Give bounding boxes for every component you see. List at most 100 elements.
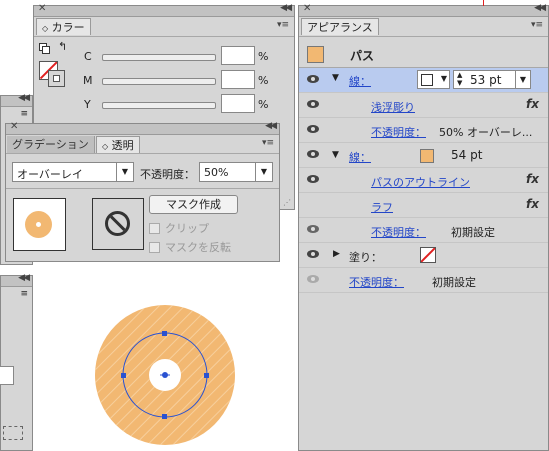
dashed-frame-icon[interactable] [3,426,23,440]
section-separator [6,188,279,189]
left-fragment2-titlebar: ◀◀ [1,273,32,287]
close-icon[interactable]: ✕ [10,121,18,132]
panel-menu-icon[interactable]: ≡ [20,109,28,119]
opacity-value: 50% オーバーレ... [439,126,533,139]
clip-checkbox[interactable] [149,223,160,234]
tab-color[interactable]: ◇ カラー [36,18,91,35]
channel-m-label: M [83,74,93,87]
collapse-icon[interactable]: ◀◀ [265,121,277,131]
appearance-row-stroke-2[interactable]: ▼ 線： 54 pt [299,143,548,168]
swap-colors-icon[interactable]: ↰ [58,40,67,53]
opacity-value: 初期設定 [451,226,495,239]
visibility-eye-icon[interactable] [307,250,319,258]
object-thumbnail[interactable] [13,198,66,251]
partial-input-field[interactable] [0,366,14,385]
artboard-guide [483,0,484,6]
channel-m-slider[interactable] [102,78,216,85]
dropdown-arrow-icon[interactable]: ▼ [515,71,530,88]
make-mask-button[interactable]: マスク作成 [149,195,238,214]
no-mask-icon [105,211,130,236]
visibility-eye-icon[interactable] [307,150,319,158]
channel-m-input[interactable] [221,70,255,89]
tab-gradient[interactable]: グラデーション [7,136,95,153]
fx-icon[interactable]: fx [526,172,539,186]
channel-c-slider[interactable] [102,54,216,61]
mask-thumbnail[interactable] [92,198,144,250]
anchor-point[interactable] [121,373,126,378]
fx-icon[interactable]: fx [526,97,539,111]
tab-color-label: カラー [51,21,85,34]
appearance-row-effect-outline[interactable]: パスのアウトライン fx [299,168,548,193]
collapse-icon[interactable]: ◀◀ [280,3,292,13]
dropdown-arrow-icon: ▼ [255,163,272,181]
tab-separator [299,36,548,37]
opacity-label[interactable]: 不透明度： [371,224,426,240]
collapse-icon[interactable]: ◀◀ [18,93,30,103]
tab-separator [34,36,294,37]
color-panel-titlebar: ✕ ◀◀ [34,3,294,17]
panel-menu-icon[interactable]: ▾≡ [262,138,274,148]
close-icon[interactable]: ✕ [303,3,311,14]
stroke-weight-field[interactable]: ▲ ▼ 53 pt ▼ [453,70,531,89]
anchor-point[interactable] [204,373,209,378]
visibility-eye-icon[interactable] [307,275,319,283]
effect-outline-label[interactable]: パスのアウトライン [371,174,470,190]
stroke-label[interactable]: 線： [349,149,371,165]
visibility-eye-icon[interactable] [307,75,319,83]
panel-menu-icon[interactable]: ▾≡ [531,20,543,30]
panel-menu-icon[interactable]: ≡ [20,289,28,299]
fill-none-swatch[interactable] [420,247,436,263]
channel-c-input[interactable] [221,46,255,65]
appearance-row-stroke-1[interactable]: ▼ 線： ▼ ▲ ▼ 53 pt ▼ [299,68,548,93]
collapse-icon[interactable]: ◀◀ [18,273,30,283]
panel-menu-icon[interactable]: ▾≡ [277,20,289,30]
channel-c-unit: % [258,50,269,63]
opacity-select[interactable]: 50% ▼ [199,162,273,182]
disclosure-triangle-closed-icon[interactable]: ▶ [333,249,340,259]
anchor-point[interactable] [162,331,167,336]
default-colors-icon[interactable] [39,43,50,54]
left-panel-fragment-bottom: ◀◀ ≡ [0,273,33,451]
visibility-eye-icon[interactable] [307,175,319,183]
fill-label[interactable]: 塗り： [349,249,382,265]
canvas-artwork[interactable] [90,298,240,451]
opacity-label[interactable]: 不透明度： [371,124,426,140]
stroke-swatch[interactable] [48,70,65,87]
close-icon[interactable]: ✕ [38,3,46,14]
fx-icon[interactable]: fx [526,197,539,211]
visibility-eye-icon[interactable] [307,225,319,233]
appearance-row-opacity-2[interactable]: 不透明度： 初期設定 [299,218,548,243]
appearance-row-opacity-1[interactable]: 不透明度： 50% オーバーレ... [299,118,548,143]
appearance-row-effect-roughen[interactable]: ラフ fx [299,193,548,218]
blend-mode-select[interactable]: オーバーレイ ▼ [12,162,134,182]
channel-y-unit: % [258,98,269,111]
opacity-label[interactable]: 不透明度： [349,274,404,290]
visibility-eye-icon[interactable] [307,100,319,108]
appearance-panel: ✕ ◀◀ アピアランス ▾≡ パス ▼ 線： ▼ ▲ ▼ 53 pt ▼ 浅浮彫り… [298,3,549,451]
stepper-icon[interactable]: ▲ ▼ [457,71,462,87]
stroke-color-dropdown[interactable]: ▼ [417,70,450,89]
effect-roughen-label[interactable]: ラフ [371,199,393,215]
appearance-title: パス [350,49,375,63]
channel-m-unit: % [258,74,269,87]
resize-grip-icon[interactable]: ⋰ [283,198,291,207]
collapse-icon[interactable]: ◀◀ [534,3,546,13]
tab-transparency[interactable]: ◇ 透明 [96,136,140,153]
channel-y-input[interactable] [221,94,255,113]
dropdown-arrow-icon: ▼ [440,74,447,83]
tab-appearance[interactable]: アピアランス [301,18,379,35]
opacity-value: 50% [204,166,229,179]
appearance-row-effect-emboss[interactable]: 浅浮彫り fx [299,93,548,118]
visibility-eye-icon[interactable] [307,125,319,133]
appearance-row-object-opacity[interactable]: 不透明度： 初期設定 [299,268,548,293]
invert-mask-checkbox[interactable] [149,242,160,253]
stroke-color-swatch[interactable] [420,149,434,163]
stroke-label[interactable]: 線： [349,73,371,89]
anchor-point[interactable] [162,414,167,419]
disclosure-triangle-open-icon[interactable]: ▼ [332,150,339,160]
channel-y-slider[interactable] [102,102,216,109]
disclosure-triangle-open-icon[interactable]: ▼ [332,73,339,83]
invert-mask-label: マスクを反転 [165,241,231,254]
effect-emboss-label[interactable]: 浅浮彫り [371,99,415,115]
appearance-row-fill[interactable]: ▶ 塗り： [299,243,548,268]
